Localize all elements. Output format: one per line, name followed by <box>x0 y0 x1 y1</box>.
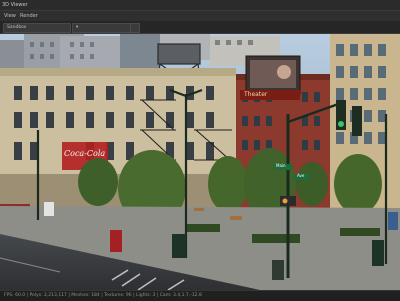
mode-dropdown[interactable]: Sandbox <box>3 23 71 33</box>
street-sign-1-text: Main <box>276 163 286 168</box>
street-sign-2-text: Ave <box>297 173 305 178</box>
menu-item-render[interactable]: Render <box>18 12 40 20</box>
chevron-down-icon: ▾ <box>76 25 79 30</box>
camera-icon[interactable] <box>130 23 140 33</box>
toolbar: Sandbox ▾ <box>0 21 400 34</box>
theater-sign-text: Theater <box>244 91 268 98</box>
menu-item-view[interactable]: View <box>2 12 18 20</box>
status-bar: FPS: 60.0 | Polys: 2,213,117 | Meshes: 1… <box>0 290 400 301</box>
mode-dropdown-label: Sandbox <box>7 25 27 30</box>
menu-bar: View Render <box>0 10 400 21</box>
scene-viewport[interactable]: Coca-Cola Theater Main Ave <box>0 34 400 290</box>
city-scene <box>0 34 400 290</box>
cocacola-sign-text: Coca-Cola <box>64 149 106 158</box>
view-dropdown[interactable]: ▾ <box>72 23 132 33</box>
title-bar: 3D Viewer <box>0 0 400 10</box>
window-title: 3D Viewer <box>2 2 28 8</box>
